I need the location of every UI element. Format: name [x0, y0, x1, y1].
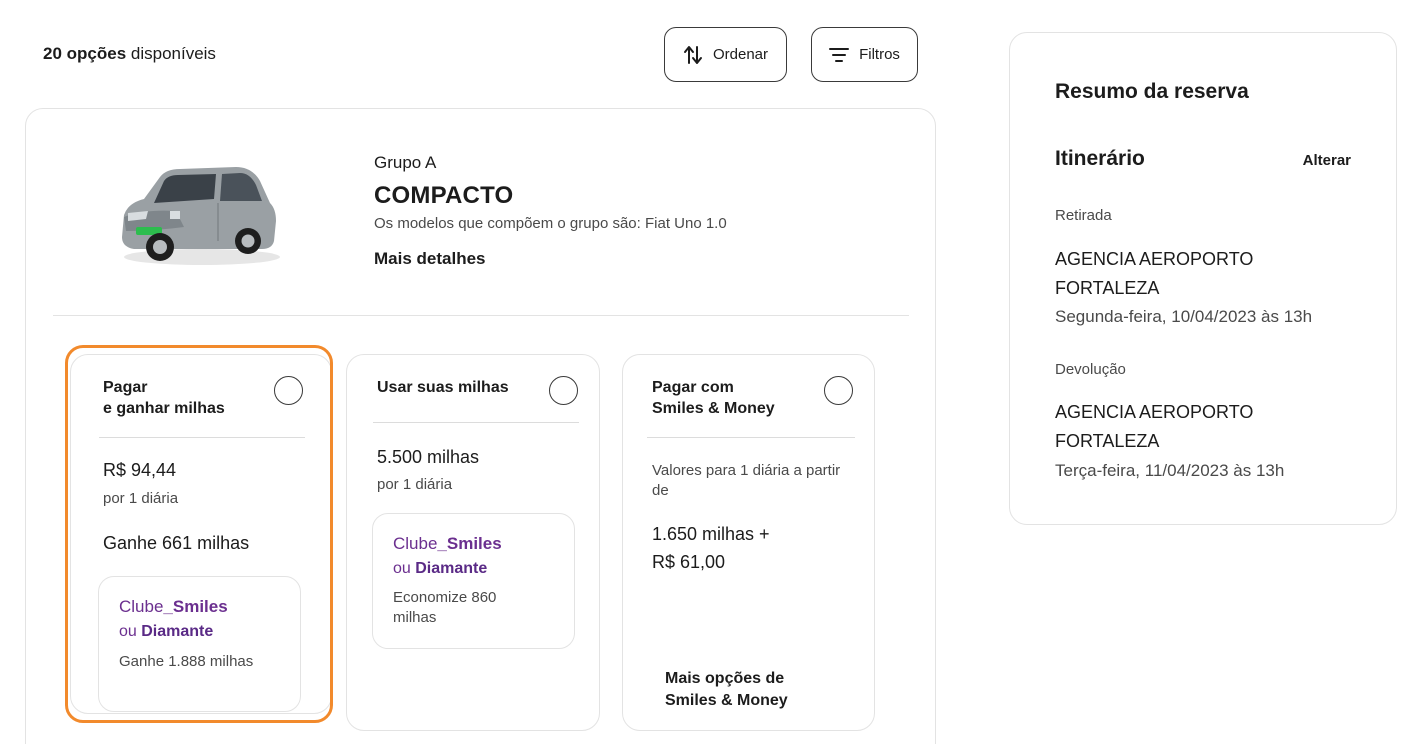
club-brand: _Smiles: [163, 597, 228, 616]
club-tier-name: Diamante: [415, 560, 488, 577]
club-smiles-box: Clube_Smiles ou Diamante Ganhe 1.888 mil…: [98, 576, 301, 712]
option-period: por 1 diária: [377, 476, 453, 493]
return-location-line2: FORTALEZA: [1055, 431, 1160, 451]
card-divider: [53, 315, 909, 316]
option-title-line2: Smiles & Money: [652, 400, 775, 417]
option-radio[interactable]: [274, 376, 303, 405]
booking-summary-panel: Resumo da reserva Itinerário Alterar Ret…: [1009, 32, 1397, 525]
itinerary-title: Itinerário: [1055, 147, 1145, 170]
option-title-line1: Pagar: [103, 379, 148, 396]
club-benefit-note: Economize 860 milhas: [393, 589, 497, 626]
club-prefix: Clube: [393, 534, 438, 553]
car-group-label: Grupo A: [374, 153, 437, 172]
results-count-number: 20 opções: [43, 44, 127, 63]
option-radio[interactable]: [824, 376, 853, 405]
option-price-miles: 1.650 milhas +: [652, 524, 770, 544]
club-or-text: ou: [119, 623, 142, 640]
sort-button[interactable]: Ordenar: [664, 27, 787, 82]
more-smiles-money-line2: Smiles & Money: [665, 692, 788, 709]
sort-button-label: Ordenar: [712, 46, 769, 63]
option-use-miles[interactable]: Usar suas milhas 5.500 milhas por 1 diár…: [346, 354, 600, 731]
option-radio[interactable]: [549, 376, 578, 405]
sort-arrows-icon: [683, 45, 702, 64]
filter-lines-icon: [829, 47, 850, 62]
option-title-line2: e ganhar milhas: [103, 400, 225, 417]
club-tier: ou Diamante: [393, 560, 487, 578]
option-price-money: R$ 61,00: [652, 552, 726, 572]
filter-button-label: Filtros: [859, 46, 900, 63]
option-price: R$ 94,44: [103, 460, 177, 480]
club-tier-name: Diamante: [141, 623, 214, 640]
option-title: Pagar com Smiles & Money: [652, 377, 775, 419]
return-location: AGENCIA AEROPORTO FORTALEZA: [1055, 398, 1355, 456]
pickup-location-line1: AGENCIA AEROPORTO: [1055, 249, 1254, 269]
club-smiles-box: Clube_Smiles ou Diamante Economize 860 m…: [372, 513, 575, 649]
filter-button[interactable]: Filtros: [811, 27, 918, 82]
more-details-link[interactable]: Mais detalhes: [374, 249, 486, 269]
summary-title: Resumo da reserva: [1055, 80, 1249, 103]
club-smiles-name: Clube_Smiles: [119, 597, 228, 617]
option-earn-miles: Ganhe 661 milhas: [103, 533, 250, 553]
more-smiles-money-line1: Mais opções de: [665, 670, 785, 687]
club-or-text: ou: [393, 560, 416, 577]
club-prefix: Clube: [119, 597, 164, 616]
club-benefit-note: Ganhe 1.888 milhas: [119, 653, 254, 670]
pickup-datetime: Segunda-feira, 10/04/2023 às 13h: [1055, 307, 1313, 326]
return-datetime: Terça-feira, 11/04/2023 às 13h: [1055, 461, 1285, 480]
itinerary-edit-link[interactable]: Alterar: [1303, 152, 1351, 169]
results-count: 20 opções disponíveis: [43, 44, 216, 64]
pickup-location: AGENCIA AEROPORTO FORTALEZA: [1055, 245, 1355, 303]
pickup-location-line2: FORTALEZA: [1055, 278, 1160, 298]
club-tier: ou Diamante: [119, 623, 213, 641]
club-smiles-name: Clube_Smiles: [393, 534, 502, 554]
option-price: 5.500 milhas: [377, 447, 480, 467]
more-smiles-money-link[interactable]: Mais opções de Smiles & Money: [665, 668, 788, 712]
option-title: Pagar e ganhar milhas: [103, 377, 225, 419]
option-separator: [373, 422, 579, 423]
option-intro: Valores para 1 diária a partir de: [652, 462, 841, 499]
option-smiles-money[interactable]: Pagar com Smiles & Money Valores para 1 …: [622, 354, 875, 731]
car-image: [122, 167, 280, 265]
pickup-label: Retirada: [1055, 207, 1112, 224]
car-category-title: COMPACTO: [374, 182, 514, 209]
car-group-card: Grupo A COMPACTO Os modelos que compõem …: [25, 108, 936, 744]
option-title: Usar suas milhas: [377, 379, 509, 396]
return-location-line1: AGENCIA AEROPORTO: [1055, 402, 1254, 422]
option-title-line1: Pagar com: [652, 379, 734, 396]
club-brand: _Smiles: [437, 534, 502, 553]
option-separator: [99, 437, 305, 438]
results-count-suffix: disponíveis: [126, 44, 216, 63]
option-period: por 1 diária: [103, 490, 179, 507]
car-models-description: Os modelos que compõem o grupo são: Fiat…: [374, 215, 727, 232]
option-pay-earn-miles[interactable]: Pagar e ganhar milhas R$ 94,44 por 1 diá…: [70, 354, 332, 714]
return-label: Devolução: [1055, 361, 1126, 378]
option-separator: [647, 437, 855, 438]
